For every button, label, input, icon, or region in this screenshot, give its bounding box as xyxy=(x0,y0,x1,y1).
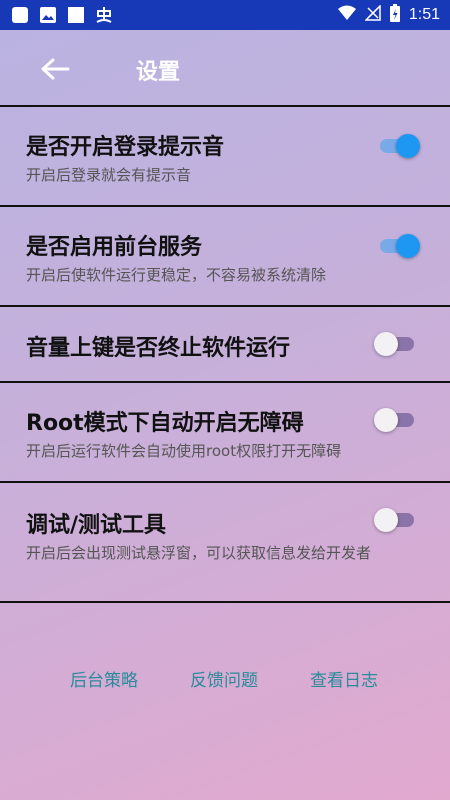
toggle-thumb xyxy=(374,508,398,532)
setting-title: Root模式下自动开启无障碍 xyxy=(26,411,304,436)
setting-debug-tools: 调试/测试工具 开启后会出现测试悬浮窗，可以获取信息发给开发者 xyxy=(0,483,450,603)
toggle-thumb xyxy=(374,408,398,432)
setting-login-sound: 是否开启登录提示音 开启后登录就会有提示音 xyxy=(0,107,450,207)
no-signal-icon xyxy=(364,4,381,25)
setting-description: 开启后使软件运行更稳定，不容易被系统清除 xyxy=(26,266,327,284)
page-title: 设置 xyxy=(136,60,181,85)
toggle-thumb xyxy=(396,234,420,258)
wifi-icon xyxy=(337,5,357,25)
debug-tools-toggle[interactable] xyxy=(374,505,420,535)
toolbar: 设置 xyxy=(0,30,450,106)
view-log-link[interactable]: 查看日志 xyxy=(310,666,378,691)
setting-description: 开启后会出现测试悬浮窗，可以获取信息发给开发者 xyxy=(26,544,372,562)
setting-title: 是否启用前台服务 xyxy=(26,235,203,260)
feedback-link[interactable]: 反馈问题 xyxy=(190,666,258,691)
square-icon xyxy=(10,5,30,25)
toggle-thumb xyxy=(374,332,398,356)
arrow-left-icon xyxy=(41,58,70,80)
setting-title: 音量上键是否终止软件运行 xyxy=(26,336,291,361)
foreground-service-toggle[interactable] xyxy=(374,231,420,261)
app-glyph-icon xyxy=(94,5,114,25)
background-strategy-link[interactable]: 后台策略 xyxy=(70,666,138,691)
battery-charging-icon xyxy=(389,3,401,27)
setting-title: 调试/测试工具 xyxy=(26,513,167,538)
login-sound-toggle[interactable] xyxy=(374,131,420,161)
setting-foreground-service: 是否启用前台服务 开启后使软件运行更稳定，不容易被系统清除 xyxy=(0,207,450,307)
setting-title: 是否开启登录提示音 xyxy=(26,135,225,160)
status-bar: 1:51 xyxy=(0,0,450,30)
setting-description: 开启后登录就会有提示音 xyxy=(26,166,192,184)
settings-list: 是否开启登录提示音 开启后登录就会有提示音 是否启用前台服务 开启后使软件运行更… xyxy=(0,105,450,603)
toggle-thumb xyxy=(396,134,420,158)
square-icon xyxy=(66,5,86,25)
setting-volume-key-stop: 音量上键是否终止软件运行 xyxy=(0,307,450,383)
back-button[interactable] xyxy=(38,52,72,86)
status-time: 1:51 xyxy=(408,6,440,23)
setting-root-accessibility: Root模式下自动开启无障碍 开启后运行软件会自动使用root权限打开无障碍 xyxy=(0,383,450,483)
image-icon xyxy=(38,5,58,25)
setting-description: 开启后运行软件会自动使用root权限打开无障碍 xyxy=(26,442,342,460)
root-accessibility-toggle[interactable] xyxy=(374,405,420,435)
footer-links: 后台策略 反馈问题 查看日志 xyxy=(0,666,450,694)
volume-key-stop-toggle[interactable] xyxy=(374,329,420,359)
